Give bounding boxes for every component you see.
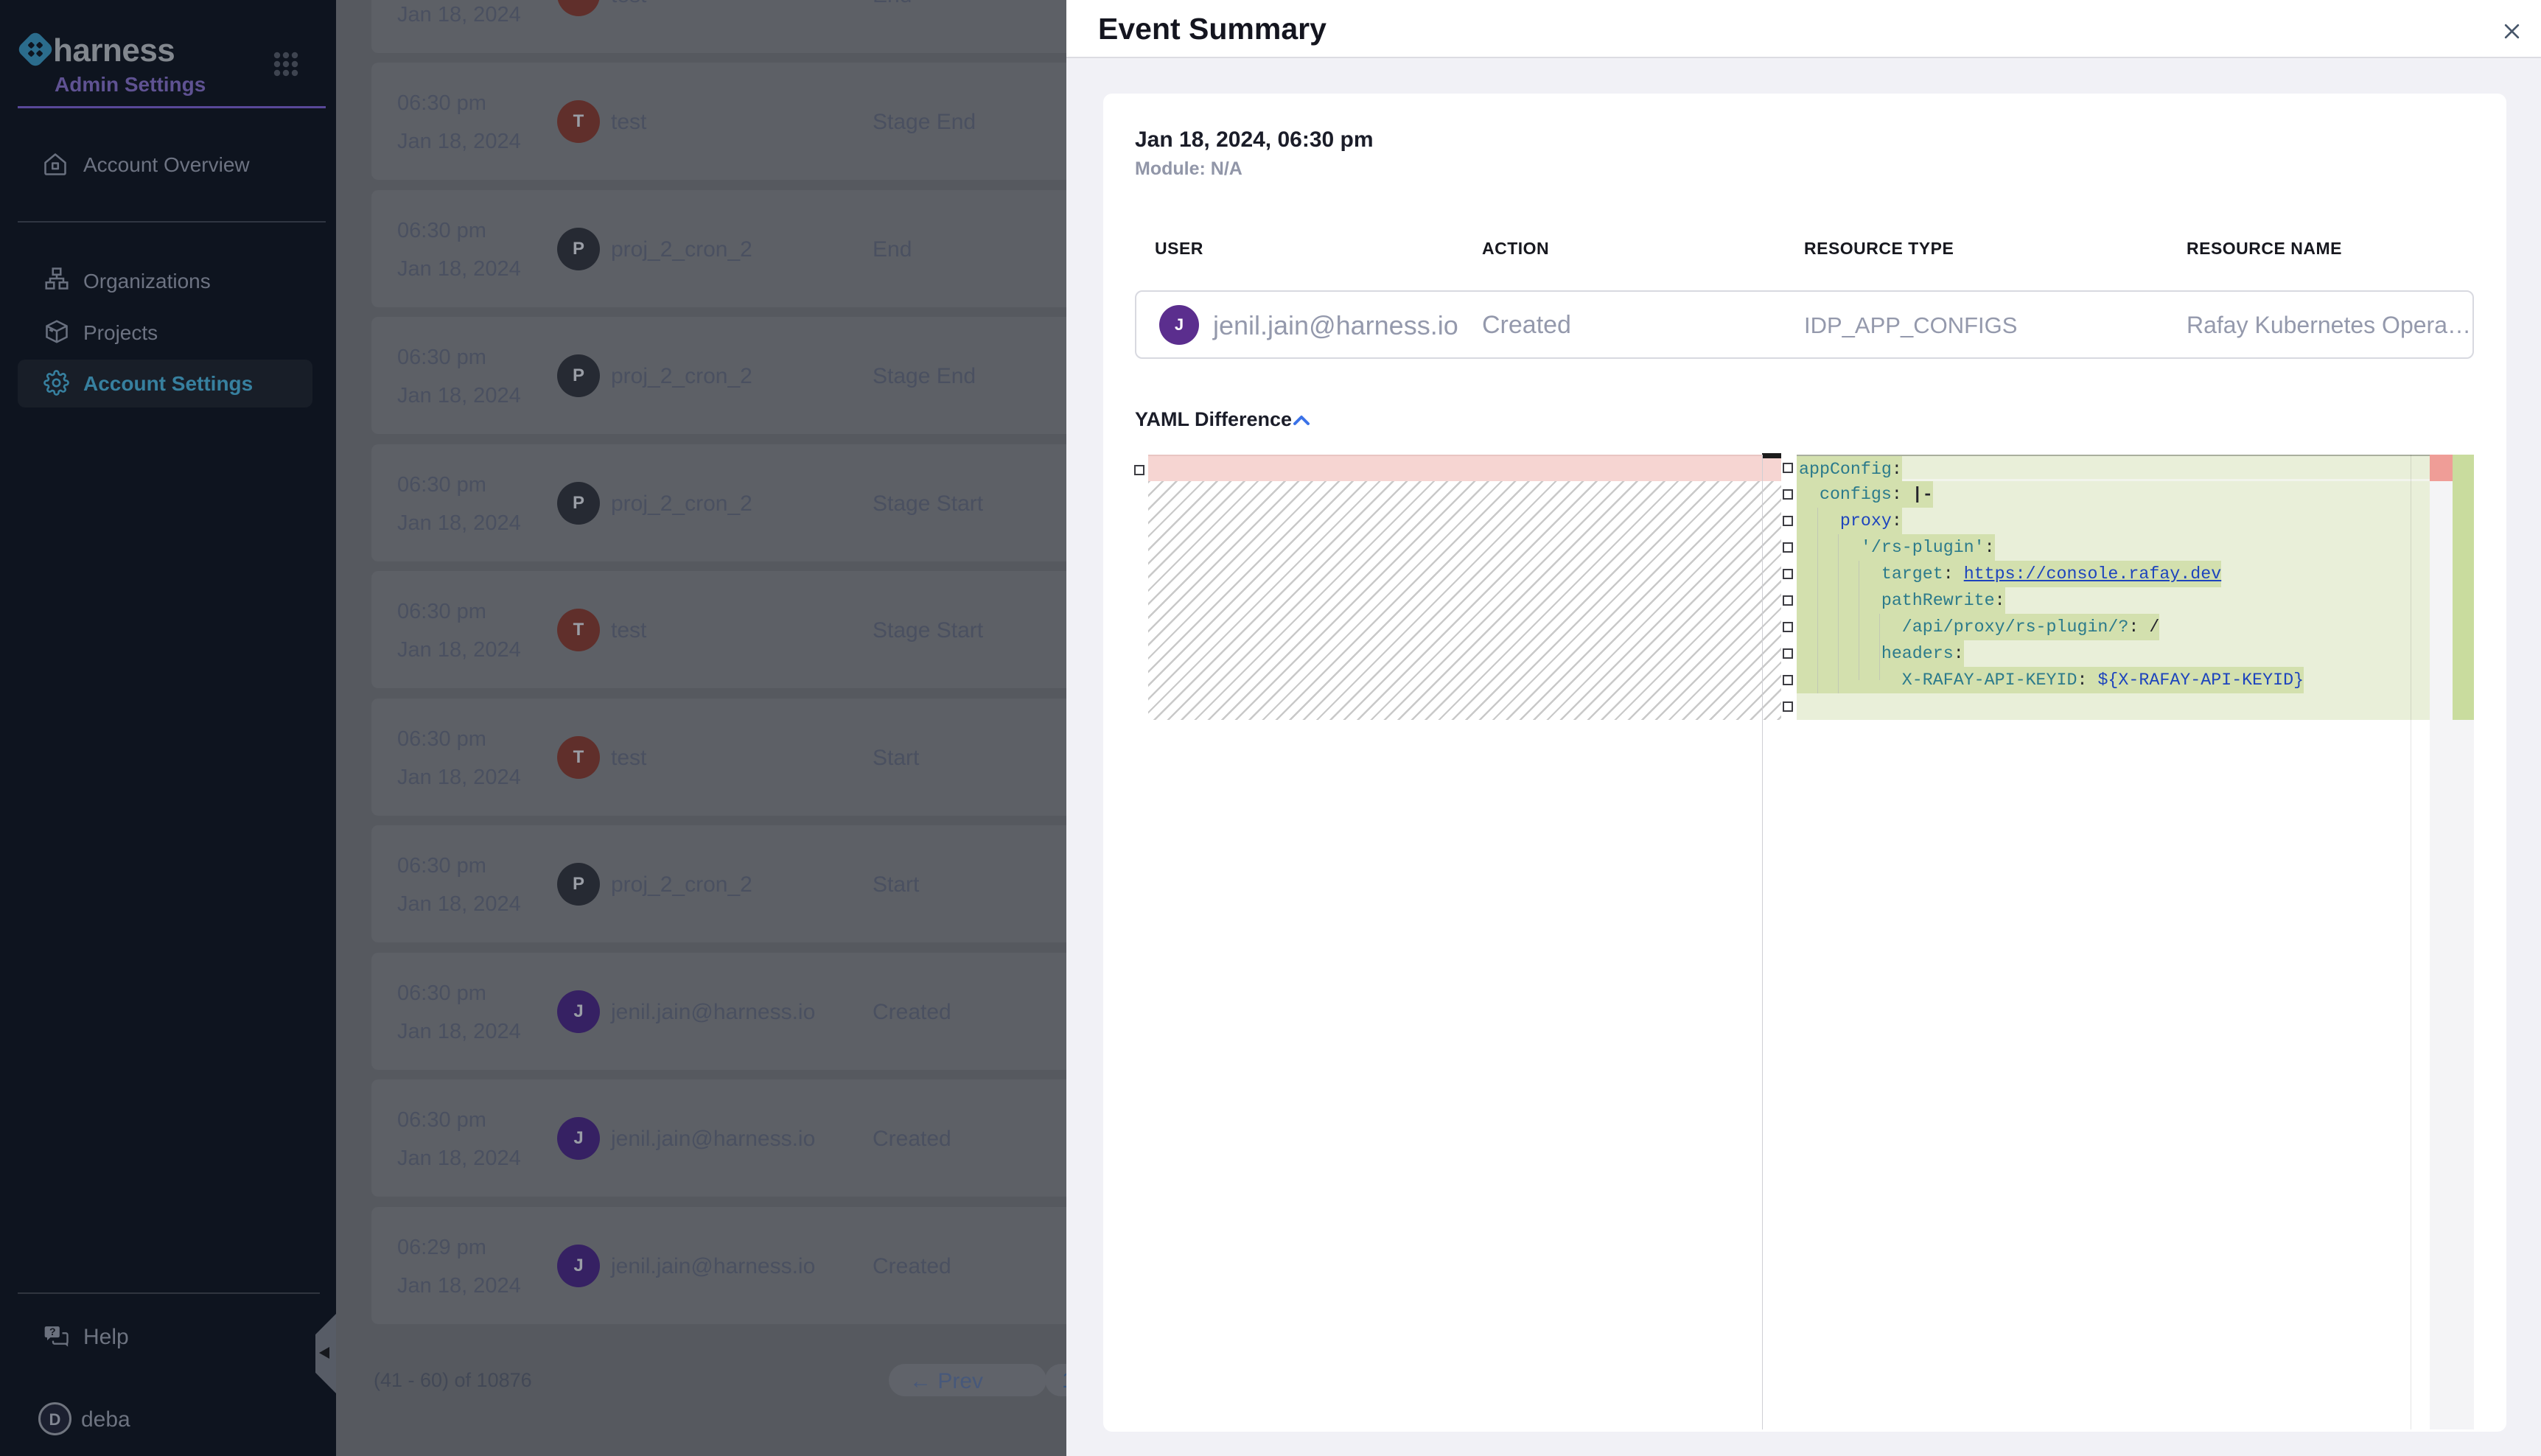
svg-text:?: ? bbox=[49, 1326, 56, 1338]
